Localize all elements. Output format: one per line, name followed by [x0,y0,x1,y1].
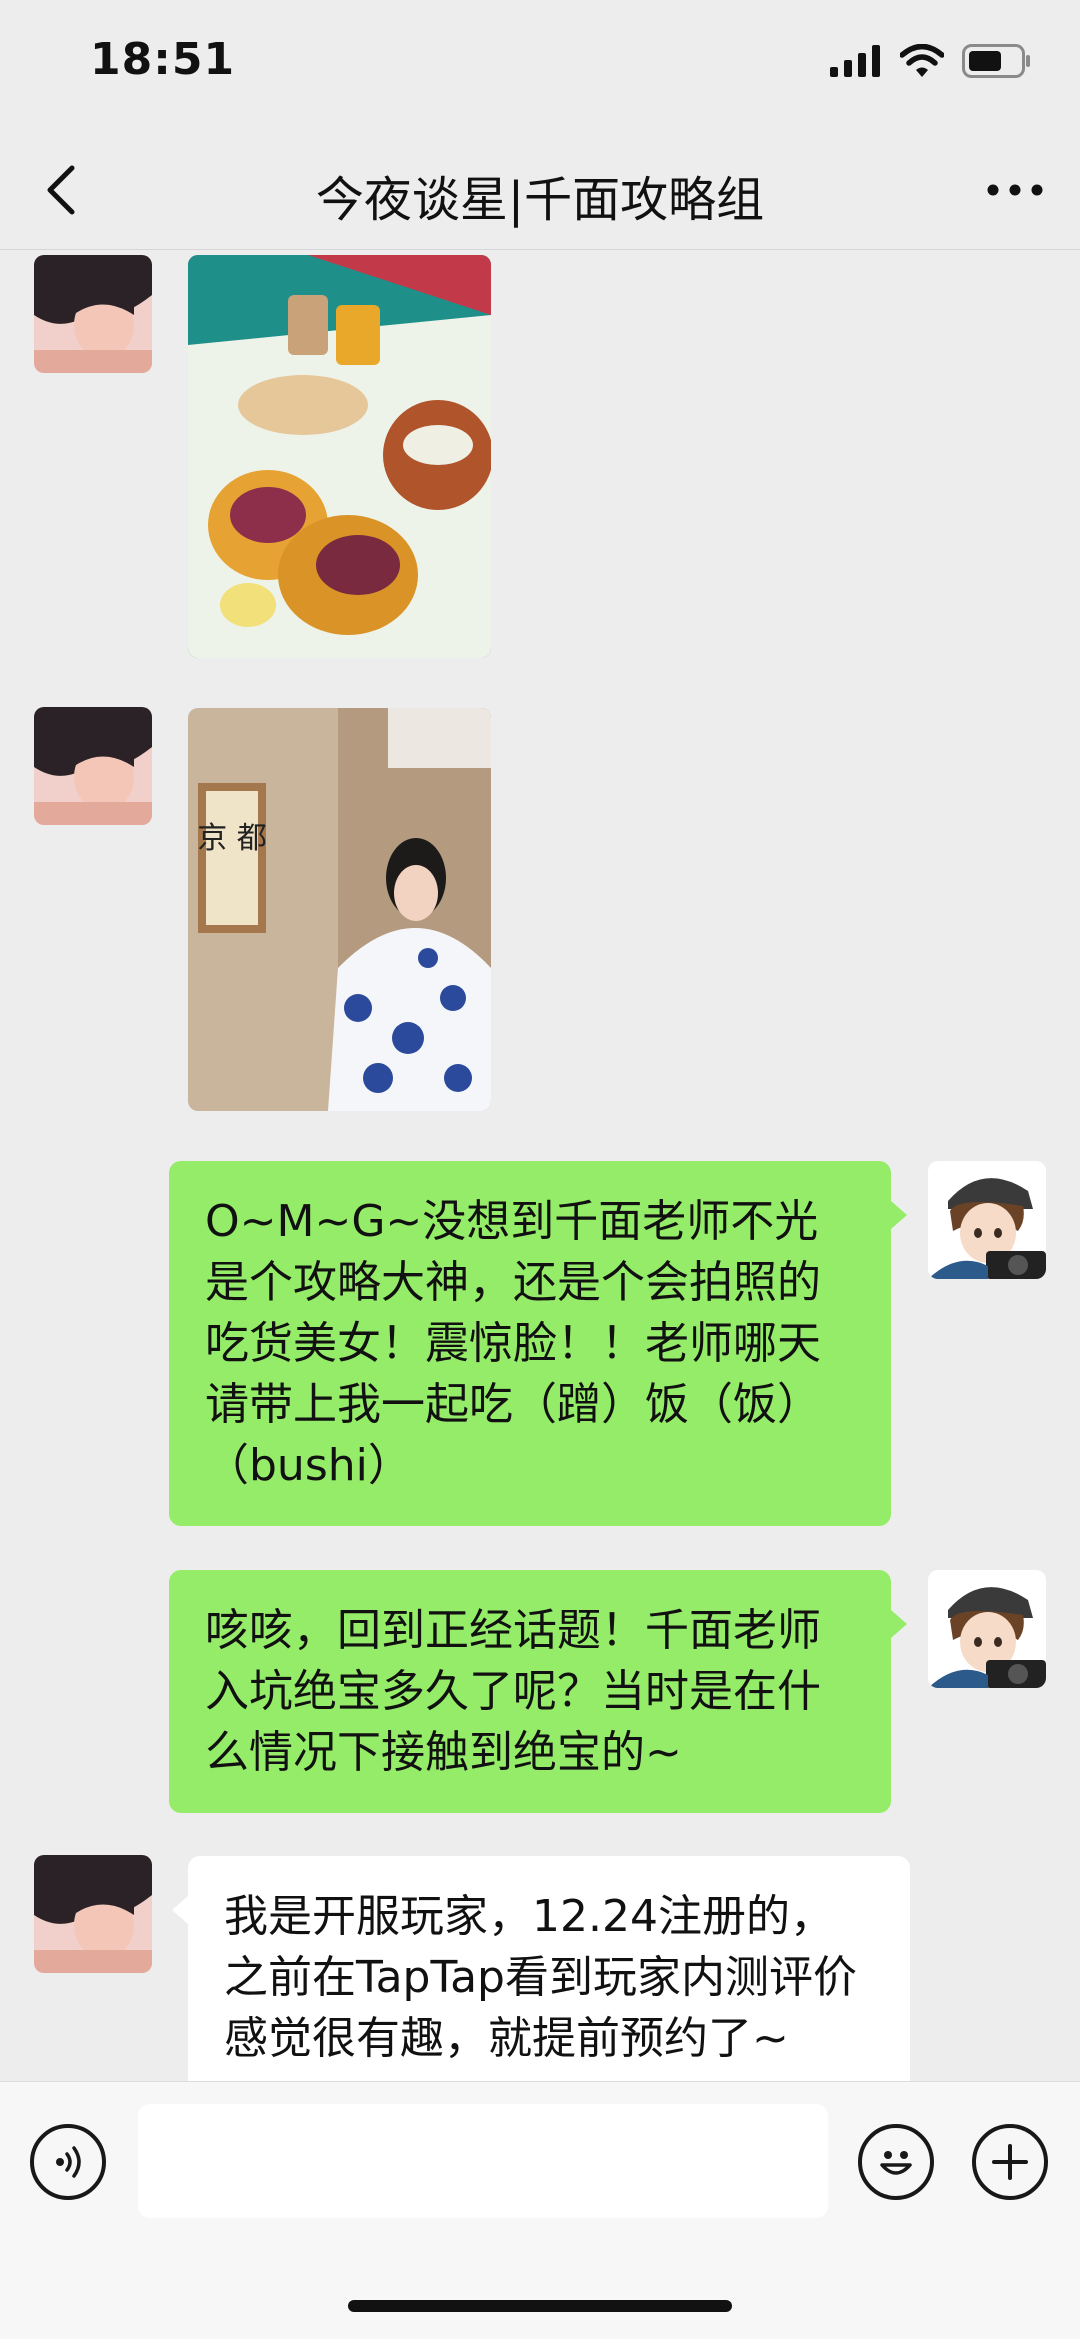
more-icon [987,184,1043,196]
wifi-icon [900,44,944,77]
chat-area[interactable]: 京 都 O~M~G~没想到千面老师不光是个攻略大神，还是个会拍照的吃货美女！震惊… [0,251,1080,2081]
signal-icon [830,45,880,77]
message-text: 咳咳，回到正经话题！千面老师入坑绝宝多久了呢？当时是在什么情况下接触到绝宝的~ [205,1605,821,1778]
voice-button[interactable] [30,2124,106,2200]
status-bar: 18:51 [0,0,1080,130]
received-message-bubble[interactable]: 我是开服玩家，12.24注册的，之前在TapTap看到玩家内测评价感觉很有趣，就… [172,1856,910,2081]
message-text: O~M~G~没想到千面老师不光是个攻略大神，还是个会拍照的吃货美女！震惊脸！！老… [205,1196,821,1491]
status-time: 18:51 [90,34,236,85]
contact-avatar[interactable] [34,707,152,825]
self-avatar[interactable] [928,1161,1046,1279]
emoji-button[interactable] [858,2124,934,2200]
back-button[interactable] [30,158,94,222]
voice-icon [56,2146,81,2178]
back-icon [47,165,75,215]
chat-title: 今夜谈星|千面攻略组 [315,172,765,228]
message-input[interactable] [138,2104,828,2218]
status-icons [830,44,1032,78]
nav-bar: 今夜谈星|千面攻略组 [0,130,1080,250]
photo-sign-text: 京 都 [197,821,267,856]
battery-icon [962,44,1030,78]
food-photo[interactable] [188,255,491,658]
sent-message-bubble[interactable]: 咳咳，回到正经话题！千面老师入坑绝宝多久了呢？当时是在什么情况下接触到绝宝的~ [169,1570,907,1813]
home-indicator [348,2300,732,2312]
more-button[interactable] [980,158,1050,222]
plus-button[interactable] [972,2124,1048,2200]
message-text: 我是开服玩家，12.24注册的，之前在TapTap看到玩家内测评价感觉很有趣，就… [224,1891,857,2064]
contact-avatar[interactable] [34,255,152,373]
portrait-photo[interactable]: 京 都 [188,708,491,1111]
self-avatar[interactable] [928,1570,1046,1688]
emoji-icon [880,2151,912,2175]
contact-avatar[interactable] [34,1855,152,1973]
sent-message-bubble[interactable]: O~M~G~没想到千面老师不光是个攻略大神，还是个会拍照的吃货美女！震惊脸！！老… [169,1161,907,1526]
plus-icon [992,2144,1028,2180]
